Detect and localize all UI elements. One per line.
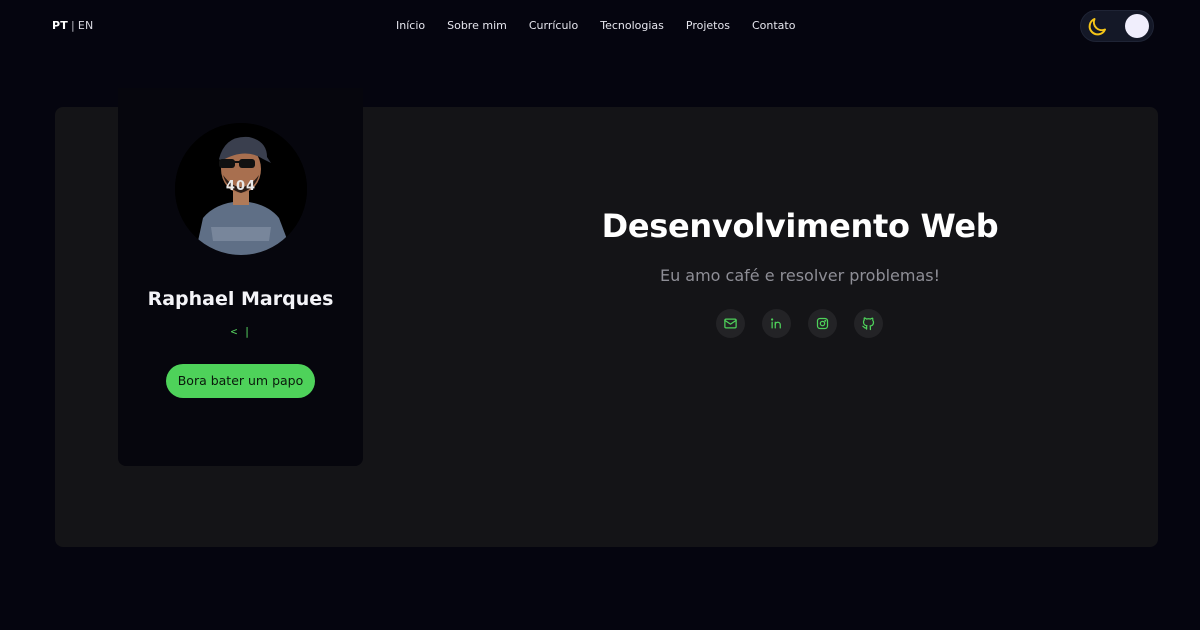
lang-pt[interactable]: PT bbox=[52, 19, 68, 32]
social-links bbox=[716, 309, 900, 338]
typing-text: < | bbox=[230, 325, 251, 338]
language-switcher: PT | EN bbox=[52, 19, 93, 32]
profile-card: 404 Raphael Marques < | Bora bater um pa… bbox=[118, 88, 363, 466]
github-icon bbox=[862, 317, 875, 331]
lang-en[interactable]: EN bbox=[78, 19, 94, 32]
chat-button[interactable]: Bora bater um papo bbox=[166, 364, 315, 398]
hero-subtitle: Eu amo café e resolver problemas! bbox=[659, 266, 941, 285]
nav-tecnologias[interactable]: Tecnologias bbox=[600, 19, 664, 32]
theme-toggle[interactable] bbox=[1080, 10, 1154, 42]
nav-curriculo[interactable]: Currículo bbox=[529, 19, 578, 32]
instagram-icon bbox=[816, 317, 829, 330]
moon-icon bbox=[1088, 18, 1106, 36]
hero-title: Desenvolvimento Web bbox=[601, 207, 999, 245]
profile-name: Raphael Marques bbox=[147, 288, 334, 310]
instagram-link[interactable] bbox=[808, 309, 837, 338]
linkedin-link[interactable] bbox=[762, 309, 791, 338]
nav-projetos[interactable]: Projetos bbox=[686, 19, 730, 32]
nav-sobre-mim[interactable]: Sobre mim bbox=[447, 19, 507, 32]
github-link[interactable] bbox=[854, 309, 883, 338]
site-header: PT | EN Início Sobre mim Currículo Tecnolo… bbox=[0, 0, 1200, 52]
lang-separator: | bbox=[70, 19, 75, 32]
toggle-knob bbox=[1125, 14, 1149, 38]
nav-contato[interactable]: Contato bbox=[752, 19, 795, 32]
nav-inicio[interactable]: Início bbox=[396, 19, 425, 32]
avatar-overlay-text: 404 bbox=[225, 179, 257, 194]
email-link[interactable] bbox=[716, 309, 745, 338]
main-nav: Início Sobre mim Currículo Tecnologias P… bbox=[396, 19, 817, 32]
linkedin-icon bbox=[770, 318, 781, 329]
avatar: 404 bbox=[175, 123, 307, 255]
mail-icon bbox=[724, 318, 737, 329]
